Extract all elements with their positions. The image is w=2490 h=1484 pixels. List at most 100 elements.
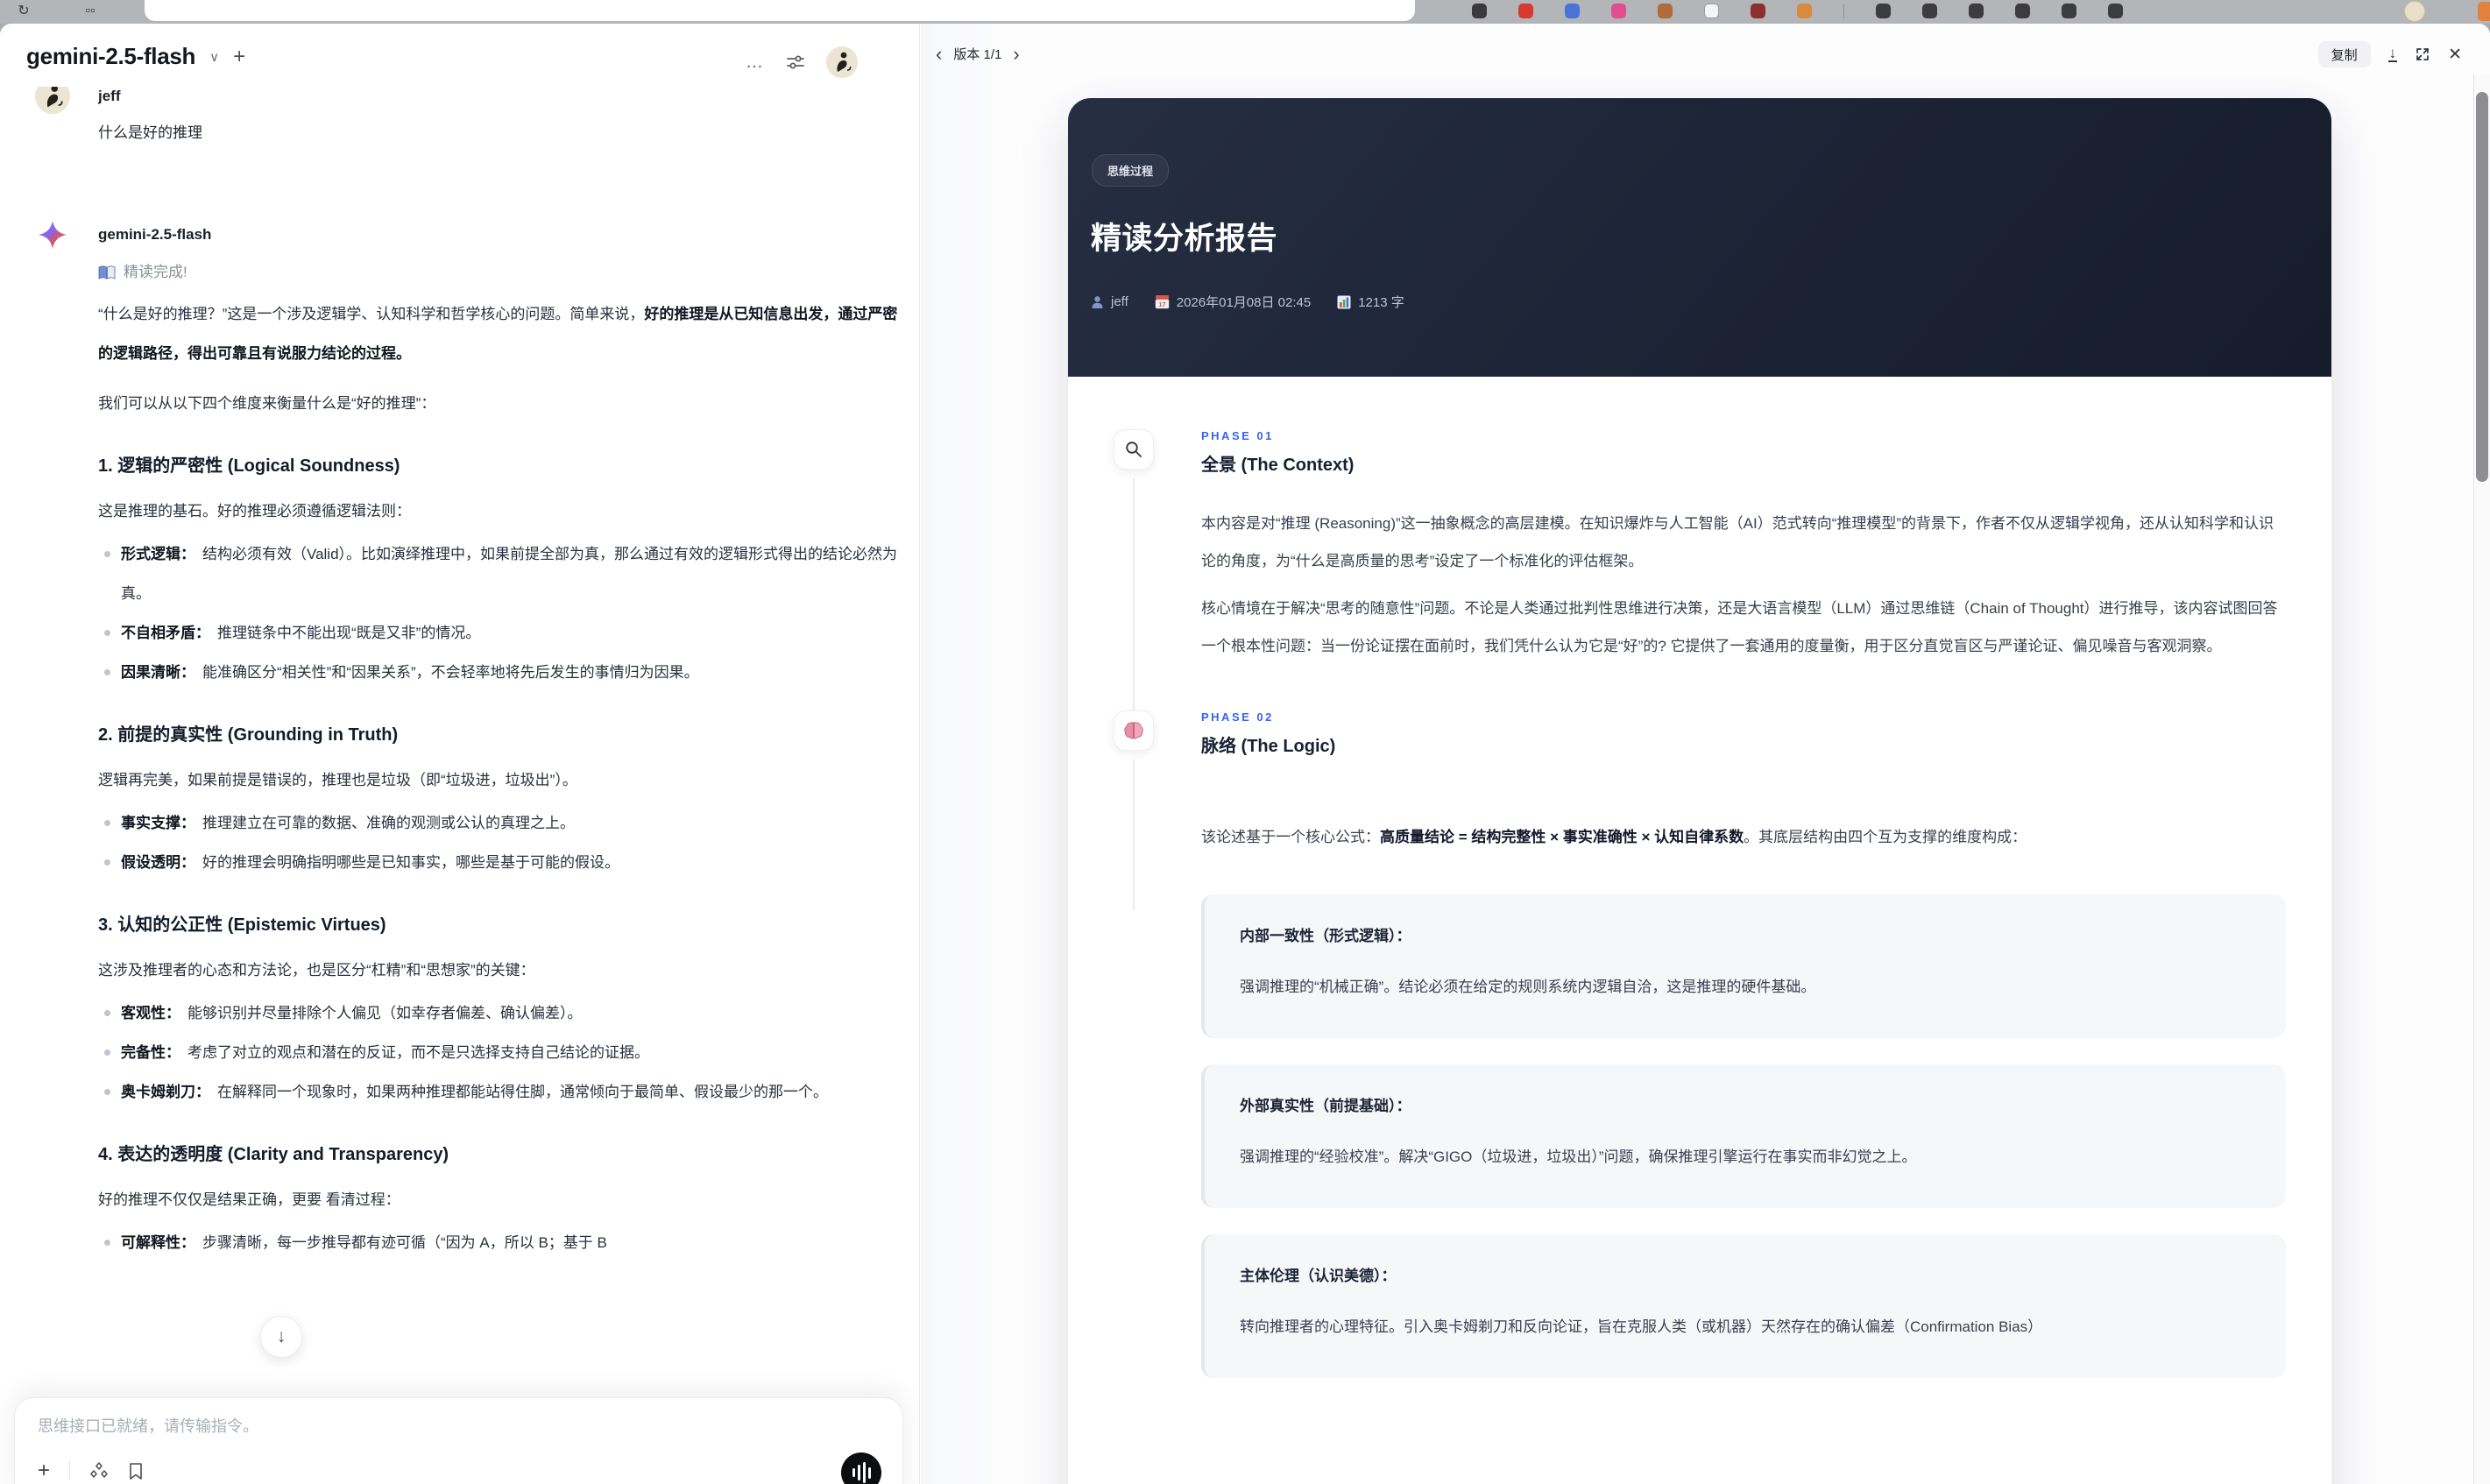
artifact-actions: 复制 ↓ ✕ (2317, 41, 2462, 67)
phase-title: 全景 (The Context) (1201, 456, 1355, 475)
extension-icon[interactable] (2478, 2, 2490, 21)
report-body: PHASE 01 全景 (The Context) 本内容是对“推理 (Reas… (1068, 377, 2331, 1378)
extension-icon[interactable] (1876, 4, 1891, 18)
copy-button[interactable]: 复制 (2317, 41, 2371, 67)
list-item: 因果清晰： 能准确区分“相关性”和“因果关系”，不会轻率地将先后发生的事情归为因果… (98, 653, 902, 692)
card-title: 主体伦理（认识美德）： (1240, 1268, 1397, 1284)
extension-icon[interactable] (1658, 4, 1673, 18)
waveform-bar (867, 1466, 871, 1479)
section-intro: 这是推理的基石。好的推理必须遵循逻辑法则： (98, 503, 411, 519)
more-options-button[interactable]: … (746, 53, 765, 73)
extension-icon[interactable] (1518, 4, 1533, 18)
extension-icon[interactable] (1704, 4, 1719, 18)
extension-icon[interactable] (1751, 4, 1765, 18)
attach-plus-button[interactable]: + (38, 1460, 50, 1481)
card-body: 强调推理的“经验校准”。解决“GIGO（垃圾进，垃圾出）”问题，确保推理引擎运行… (1240, 1148, 1917, 1165)
extension-toolbar (1472, 4, 2123, 18)
phase-formula-paragraph: 该论述基于一个核心公式：高质量结论 = 结构完整性 × 事实准确性 × 认知自律… (1201, 829, 2027, 845)
close-icon[interactable]: ✕ (2448, 45, 2462, 65)
phase-label: PHASE 01 (1201, 429, 1274, 442)
card-body: 强调推理的“机械正确”。结论必须在给定的规则系统内逻辑自洽，这是推理的硬件基础。 (1240, 979, 1816, 995)
bookmark-icon[interactable] (128, 1462, 144, 1480)
date-meta: 17 2026年01月08日 02:45 (1155, 293, 1311, 311)
chat-panel: gemini-2.5-flash ∨ + … jeff 什么是好的推理 gemi… (0, 24, 920, 1484)
assistant-markdown: “什么是好的推理？”这是一个涉及逻辑学、认知科学和哲学核心的问题。简单来说，好的… (98, 294, 902, 1262)
list-item: 假设透明： 好的推理会明确指明哪些是已知事实，哪些是基于可能的假设。 (98, 843, 902, 882)
scrollbar-track[interactable] (2473, 74, 2490, 1484)
chevron-down-icon[interactable]: ∨ (209, 49, 219, 65)
next-version-button[interactable]: › (1013, 44, 1019, 63)
dimension-card: 内部一致性（形式逻辑）： 强调推理的“机械正确”。结论必须在给定的规则系统内逻辑… (1201, 894, 2286, 1038)
assistant-message: gemini-2.5-flash 精读完成! “什么是好的推理？”这是一个涉及逻… (35, 217, 902, 1262)
scrollbar-thumb[interactable] (2476, 92, 2488, 482)
version-label: 版本 1/1 (953, 47, 1002, 62)
svg-text:17: 17 (1158, 300, 1165, 308)
section-intro: 好的推理不仅仅是结果正确，更要 看清过程： (98, 1191, 400, 1208)
list-item: 形式逻辑： 结构必须有效（Valid）。比如演绎推理中，如果前提全部为真，那么通过… (98, 534, 902, 613)
divider (1843, 4, 1844, 18)
list-item: 事实支撑： 推理建立在可靠的数据、准确的观测或公认的真理之上。 (98, 803, 902, 843)
assistant-status: 精读完成! (98, 259, 902, 286)
user-avatar[interactable] (826, 46, 858, 78)
calendar-icon: 17 (1155, 295, 1170, 309)
voice-input-button[interactable] (841, 1452, 881, 1484)
extension-icon[interactable] (1565, 4, 1580, 18)
tune-settings-icon[interactable] (786, 53, 805, 72)
bullet-list: 可解释性： 步骤清晰，每一步推导都有迹可循（“因为 A，所以 B；基于 B (98, 1223, 902, 1262)
download-icon[interactable]: ↓ (2387, 46, 2398, 62)
extension-icon[interactable] (1611, 4, 1626, 18)
waveform-bar (862, 1462, 866, 1483)
tabs-icon[interactable]: ▫▫ (81, 2, 100, 21)
section-heading: 3. 认知的公正性 (Epistemic Virtues) (98, 915, 386, 935)
assistant-lead-paragraph: 我们可以从以下四个维度来衡量什么是“好的推理”： (98, 395, 436, 412)
word-count-meta: 1213 字 (1337, 293, 1404, 311)
prev-version-button[interactable]: ‹ (936, 44, 942, 63)
card-title: 外部真实性（前提基础）： (1240, 1098, 1411, 1114)
bullet-list: 事实支撑： 推理建立在可靠的数据、准确的观测或公认的真理之上。 假设透明： 好的推理… (98, 803, 902, 882)
waveform-bar (857, 1465, 860, 1480)
report-hero: 思维过程 精读分析报告 jeff 17 2026年01月08日 02:45 12… (1068, 98, 2331, 377)
browser-profile-avatar[interactable] (2404, 1, 2425, 22)
extension-icon[interactable] (1922, 4, 1937, 18)
waveform-bar (852, 1468, 855, 1477)
reload-icon[interactable]: ↻ (14, 2, 33, 21)
list-item: 客观性： 能够识别并尽量排除个人偏见（如幸存者偏差、确认偏差）。 (98, 993, 902, 1033)
phase-title: 脉络 (The Logic) (1201, 737, 1336, 756)
arrow-down-icon: ↓ (276, 1326, 286, 1346)
app-window: gemini-2.5-flash ∨ + … jeff 什么是好的推理 gemi… (0, 24, 2490, 1484)
list-item: 奥卡姆剃刀： 在解释同一个现象时，如果两种推理都能站得住脚，通常倾向于最简单、假设… (98, 1072, 902, 1112)
section-heading: 2. 前提的真实性 (Grounding in Truth) (98, 725, 399, 745)
section-intro: 这涉及推理者的心态和方法论，也是区分“杠精”和“思想家”的关键： (98, 962, 535, 979)
bullet-list: 形式逻辑： 结构必须有效（Valid）。比如演绎推理中，如果前提全部为真，那么通过… (98, 534, 902, 692)
chat-input-box[interactable]: 思维接口已就绪，请传输指令。 + (14, 1397, 903, 1484)
expand-fullscreen-icon[interactable] (2415, 46, 2430, 62)
phase-paragraph: 本内容是对“推理 (Reasoning)”这一抽象概念的高层建模。在知识爆炸与人… (1201, 515, 2274, 569)
chat-title[interactable]: gemini-2.5-flash (26, 43, 195, 70)
browser-url-bar[interactable] (145, 0, 1415, 21)
dimension-cards: 内部一致性（形式逻辑）： 强调推理的“机械正确”。结论必须在给定的规则系统内逻辑… (1201, 894, 2286, 1378)
bullet-list: 客观性： 能够识别并尽量排除个人偏见（如幸存者偏差、确认偏差）。 完备性： 考虑了对… (98, 993, 902, 1112)
magnifier-icon (1114, 429, 1154, 470)
extension-icon[interactable] (1969, 4, 1984, 18)
extension-icon[interactable] (2062, 4, 2076, 18)
thinking-process-badge: 思维过程 (1092, 154, 1170, 187)
phase-2-section: PHASE 02 脉络 (The Logic) 该论述基于一个核心公式：高质量结… (1114, 710, 2286, 910)
extension-icon[interactable] (1472, 4, 1487, 18)
new-chat-button[interactable]: + (233, 45, 245, 69)
section-intro: 逻辑再完美，如果前提是错误的，推理也是垃圾（即“垃圾进，垃圾出”）。 (98, 772, 577, 788)
list-item: 可解释性： 步骤清晰，每一步推导都有迹可循（“因为 A，所以 B；基于 B (98, 1223, 902, 1262)
brain-icon (1114, 710, 1154, 751)
author-meta: jeff (1091, 294, 1128, 309)
chat-message-list: jeff 什么是好的推理 gemini-2.5-flash 精读完成! “什么是… (35, 79, 902, 1262)
extension-icon[interactable] (2015, 4, 2030, 18)
user-message: jeff 什么是好的推理 (35, 79, 902, 145)
list-item: 不自相矛盾： 推理链条中不能出现“既是又非”的情况。 (98, 613, 902, 653)
report-meta: jeff 17 2026年01月08日 02:45 1213 字 (1091, 293, 1404, 311)
extension-icon[interactable] (1797, 4, 1812, 18)
assistant-name: gemini-2.5-flash (98, 226, 212, 243)
extension-icon[interactable] (2108, 4, 2123, 18)
skills-diamond-icon[interactable] (89, 1461, 109, 1480)
person-icon (1092, 295, 1103, 308)
scroll-to-bottom-button[interactable]: ↓ (260, 1316, 302, 1358)
report-title: 精读分析报告 (1091, 222, 1278, 256)
